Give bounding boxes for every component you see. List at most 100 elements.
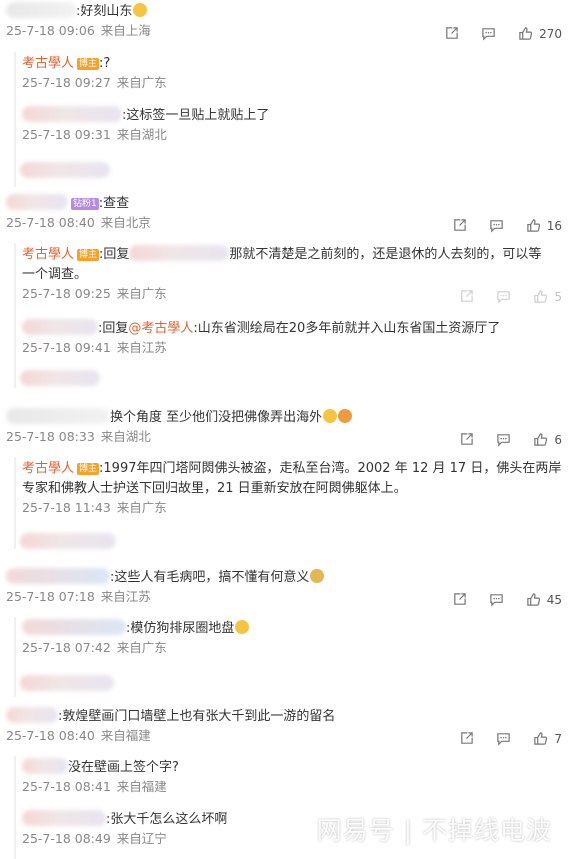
reply-time: 25-7-18 08:41: [22, 779, 111, 794]
emoji-icon: [323, 409, 338, 423]
share-button[interactable]: [459, 432, 474, 447]
reply-thread: :模仿狗排尿圈地盘 25-7-18 07:42 来自广东: [14, 617, 570, 697]
username-blurred: [20, 533, 116, 549]
share-icon: [459, 731, 474, 746]
comment-time: 25-7-18 08:33: [6, 429, 95, 444]
fan-badge: 钻粉1: [71, 198, 99, 210]
like-icon: [533, 432, 548, 447]
reply-text: :这标签一旦贴上就贴上了: [122, 108, 270, 123]
username-blurred[interactable]: [22, 810, 106, 826]
like-icon: [533, 731, 548, 746]
reply-button[interactable]: [496, 731, 511, 746]
comment-icon: [496, 289, 511, 304]
reply-text: 没在壁画上签个字?: [68, 760, 179, 775]
reply-text: :模仿狗排尿圈地盘: [126, 621, 235, 636]
like-icon: [526, 592, 541, 607]
comment-text: :这些人有毛病吧，搞不懂有何意义: [110, 570, 310, 585]
comment-icon: [496, 731, 511, 746]
username-blurred[interactable]: [22, 319, 98, 335]
avatar-username-blurred[interactable]: [6, 408, 110, 424]
like-button[interactable]: 5: [533, 289, 562, 304]
comment-location: 来自北京: [100, 215, 151, 230]
share-icon: [452, 592, 467, 607]
avatar-username-blurred[interactable]: [6, 2, 76, 18]
username-blurred: [20, 162, 110, 178]
like-icon: [526, 218, 541, 233]
like-button[interactable]: 45: [526, 592, 562, 607]
comment-location: 来自福建: [100, 728, 151, 743]
reply-location: 来自辽宁: [116, 831, 167, 846]
reply-button[interactable]: [481, 26, 496, 41]
author-badge: 博主: [77, 58, 100, 70]
reply-time: 25-7-18 09:31: [22, 127, 111, 142]
username-blurred[interactable]: [22, 106, 122, 122]
share-button[interactable]: [452, 218, 467, 233]
comment-time: 25-7-18 09:06: [6, 23, 95, 38]
comment-location: 来自上海: [100, 23, 151, 38]
reply-text: :1997年四门塔阿閦佛头被盗，走私至台湾。2002 年 12 月 17 日，佛…: [99, 461, 562, 476]
share-icon: [452, 218, 467, 233]
username-blurred[interactable]: [22, 619, 126, 635]
like-button[interactable]: 6: [533, 432, 562, 447]
reply-text: :山东省测绘局在20多年前就并入山东省国土资源厅了: [193, 321, 501, 336]
reply-time: 25-7-18 09:25: [22, 286, 111, 301]
author-badge: 博主: [77, 249, 100, 261]
reply-button[interactable]: [496, 432, 511, 447]
author-badge: 博主: [77, 463, 100, 475]
reply-to-mention[interactable]: @考古學人: [128, 321, 193, 336]
share-button[interactable]: [444, 26, 459, 41]
username-blurred[interactable]: [129, 245, 230, 261]
reply-button[interactable]: [489, 218, 504, 233]
author-name[interactable]: 考古學人: [22, 56, 74, 71]
like-count: 270: [539, 26, 562, 41]
avatar-username-blurred[interactable]: [6, 568, 110, 584]
share-button[interactable]: [459, 289, 474, 304]
comment: 钻粉1:查查 25-7-18 08:40 来自北京 16: [0, 194, 570, 233]
reply-location: 来自广东: [116, 500, 167, 515]
like-icon: [518, 26, 533, 41]
comment-icon: [489, 592, 504, 607]
avatar-username-blurred[interactable]: [6, 707, 58, 723]
reply-thread: 考古學人 博主:回复 那就不清楚是之前刻的，还是退休的人去刻的，可以等 一个调查。 …: [14, 243, 570, 388]
comment: :敦煌壁画门口墙壁上也有张大千到此一游的留名 25-7-18 08:40 来自福建…: [0, 707, 570, 746]
comment: :好刻山东 25-7-18 09:06 来自上海 270: [0, 2, 570, 41]
emoji-icon: [310, 569, 325, 583]
reply-time: 25-7-18 09:27: [22, 75, 111, 90]
reply-text-continued: 一个调查。: [22, 267, 88, 282]
emoji-icon: [133, 3, 148, 17]
reply-location: 来自广东: [116, 640, 167, 655]
reply-button[interactable]: [489, 592, 504, 607]
reply-time: 25-7-18 11:43: [22, 500, 111, 515]
like-button[interactable]: 270: [518, 26, 562, 41]
like-button[interactable]: 7: [533, 731, 562, 746]
share-icon: [444, 26, 459, 41]
emoji-icon: [338, 409, 353, 423]
like-count: 16: [546, 218, 562, 233]
reply-button[interactable]: [496, 289, 511, 304]
like-button[interactable]: 16: [526, 218, 562, 233]
author-name[interactable]: 考古學人: [22, 247, 74, 262]
reply-time: 25-7-18 08:49: [22, 831, 111, 846]
comment-time: 25-7-18 08:40: [6, 728, 95, 743]
like-count: 5: [554, 289, 562, 304]
reply-location: 来自广东: [116, 286, 167, 301]
reply-location: 来自福建: [116, 779, 167, 794]
comment-text: :敦煌壁画门口墙壁上也有张大千到此一游的留名: [58, 709, 336, 724]
avatar-username-blurred[interactable]: [6, 194, 68, 210]
share-icon: [459, 289, 474, 304]
reply-location: 来自湖北: [116, 127, 167, 142]
comment-icon: [481, 26, 496, 41]
reply-thread: 考古學人 博主:1997年四门塔阿閦佛头被盗，走私至台湾。2002 年 12 月 …: [14, 457, 570, 549]
comment-time: 25-7-18 08:40: [6, 215, 95, 230]
username-blurred[interactable]: [22, 758, 68, 774]
share-button[interactable]: [459, 731, 474, 746]
reply-text-continued: 专家和佛教人士护送下回归故里，21 日重新安放在阿閦佛躯体上。: [22, 481, 407, 496]
author-name[interactable]: 考古學人: [22, 461, 74, 476]
comment-location: 来自江苏: [100, 589, 151, 604]
reply-time: 25-7-18 07:42: [22, 640, 111, 655]
like-count: 45: [546, 592, 562, 607]
reply-location: 来自江苏: [116, 340, 167, 355]
like-icon: [533, 289, 548, 304]
share-button[interactable]: [452, 592, 467, 607]
reply-prefix: :回复: [99, 247, 130, 262]
